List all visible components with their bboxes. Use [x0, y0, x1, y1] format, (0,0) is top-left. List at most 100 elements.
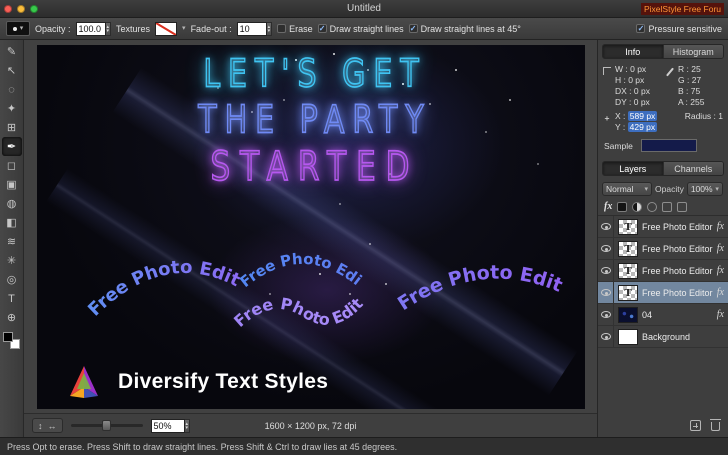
- layer-fx-badge[interactable]: fx: [717, 287, 724, 298]
- stepper-down-icon: ▾: [107, 29, 110, 33]
- eraser-tool[interactable]: ◻: [2, 156, 22, 175]
- chevron-down-icon[interactable]: ▾: [182, 25, 186, 32]
- erase-checkbox[interactable]: Erase: [277, 24, 313, 34]
- lock-button[interactable]: [677, 202, 687, 212]
- texture-swatch[interactable]: [155, 22, 177, 36]
- layers-channels-tabs: Layers Channels: [602, 161, 724, 176]
- green-value: G : 27: [678, 75, 725, 86]
- lasso-tool[interactable]: ◌: [2, 80, 22, 99]
- layer-row[interactable]: 04 fx: [598, 304, 728, 326]
- delete-layer-button[interactable]: [711, 422, 720, 431]
- minimize-window-button[interactable]: [17, 5, 25, 13]
- chevron-down-icon: ▾: [644, 186, 648, 193]
- canvas-column: LET'S GET THE PARTY STARTED: [24, 40, 597, 437]
- adjustment-layer-button[interactable]: [632, 202, 642, 212]
- canvas-bottom-bar: 1600 × 1200 px, 72 dpi ↕ ↔ 50% ▴ ▾: [24, 413, 597, 437]
- wand-tool[interactable]: ✦: [2, 99, 22, 118]
- layer-row-selected[interactable]: T Free Photo Editor fx: [598, 282, 728, 304]
- titlebar: Untitled PixelStyle Free Foru: [0, 0, 728, 18]
- group-button[interactable]: [662, 202, 672, 212]
- opacity-input[interactable]: 100.0: [76, 22, 106, 36]
- warped-text-left: Free Photo Editor: [37, 45, 244, 320]
- dy-value: DY : 0 px: [615, 97, 662, 108]
- smudge-tool[interactable]: ≋: [2, 232, 22, 251]
- traffic-lights: [4, 5, 38, 13]
- visibility-toggle[interactable]: [598, 238, 614, 259]
- visibility-toggle[interactable]: [598, 326, 614, 347]
- visibility-toggle[interactable]: [598, 282, 614, 303]
- effects-tool[interactable]: ✳: [2, 251, 22, 270]
- bucket-tool[interactable]: ◍: [2, 194, 22, 213]
- brush-shape-dropdown[interactable]: ▾: [6, 21, 30, 36]
- zoom-slider-thumb[interactable]: [102, 420, 111, 431]
- visibility-toggle[interactable]: [598, 216, 614, 237]
- canvas[interactable]: LET'S GET THE PARTY STARTED: [37, 45, 585, 409]
- draw-straight-lines-45-checkbox[interactable]: ✓ Draw straight lines at 45°: [409, 24, 521, 34]
- opacity-label: Opacity :: [35, 24, 71, 34]
- fadeout-input[interactable]: 10: [237, 22, 267, 36]
- draw-straight-lines-checkbox[interactable]: ✓ Draw straight lines: [318, 24, 404, 34]
- pressure-sensitive-checkbox[interactable]: ✓ Pressure sensitive: [636, 24, 722, 34]
- layer-row[interactable]: T Free Photo Editor fx: [598, 260, 728, 282]
- promo-badge[interactable]: PixelStyle Free Foru: [641, 3, 724, 15]
- fadeout-stepper[interactable]: ▴ ▾: [267, 22, 273, 36]
- move-tool[interactable]: ↖: [2, 61, 22, 80]
- brush-tool[interactable]: ✒: [2, 137, 22, 156]
- layer-name: Free Photo Editor: [642, 266, 717, 276]
- text-layer-thumbnail: T: [618, 263, 638, 279]
- blend-mode-value: Normal: [606, 184, 633, 194]
- color-sampler-tool[interactable]: ⊕: [2, 308, 22, 327]
- image-layer-thumbnail: [618, 307, 638, 323]
- crop-tool[interactable]: ⊞: [2, 118, 22, 137]
- stamp-tool[interactable]: ▣: [2, 175, 22, 194]
- layer-panel-actions: [598, 415, 728, 437]
- layer-row[interactable]: T Free Photo Editor fx: [598, 216, 728, 238]
- info-histogram-tabs: Info Histogram: [602, 44, 724, 59]
- zoom-tool[interactable]: ◎: [2, 270, 22, 289]
- zoom-window-button[interactable]: [30, 5, 38, 13]
- layer-row[interactable]: T Free Photo Editor fx: [598, 238, 728, 260]
- fill-layer-button[interactable]: [617, 202, 627, 212]
- tab-info[interactable]: Info: [603, 45, 664, 58]
- y-label: Y :: [615, 122, 625, 132]
- layer-fx-badge[interactable]: fx: [717, 265, 724, 276]
- svg-text:Free Photo Editor: Free Photo Editor: [37, 45, 244, 320]
- text-tool[interactable]: T: [2, 289, 22, 308]
- lasso-icon: ◌: [8, 84, 15, 96]
- stepper-down-icon: ▾: [268, 29, 271, 33]
- tab-histogram[interactable]: Histogram: [664, 45, 724, 58]
- visibility-toggle[interactable]: [598, 304, 614, 325]
- foreground-color-swatch[interactable]: [3, 332, 13, 342]
- blend-options: Normal ▾ Opacity 100% ▾: [598, 179, 728, 198]
- tab-layers[interactable]: Layers: [603, 162, 664, 175]
- sample-label: Sample: [604, 141, 633, 151]
- pencil-tool[interactable]: ✎: [2, 42, 22, 61]
- zoom-slider[interactable]: [71, 424, 143, 427]
- layer-fx-badge[interactable]: fx: [717, 221, 724, 232]
- zoom-stepper[interactable]: ▴ ▾: [185, 419, 191, 433]
- tab-channels[interactable]: Channels: [664, 162, 724, 175]
- zoom-level-input[interactable]: 50%: [151, 419, 185, 433]
- new-layer-button[interactable]: [690, 420, 701, 431]
- warped-text-layer: Free Photo Editor Free Photo Editor Free…: [37, 45, 585, 409]
- blend-mode-dropdown[interactable]: Normal ▾: [602, 182, 652, 196]
- layer-fx-badge[interactable]: fx: [717, 309, 724, 320]
- visibility-toggle[interactable]: [598, 260, 614, 281]
- layer-row[interactable]: Background: [598, 326, 728, 348]
- gradient-tool[interactable]: ◧: [2, 213, 22, 232]
- main-area: ✎ ↖ ◌ ✦ ⊞ ✒ ◻ ▣ ◍ ◧ ≋ ✳ ◎ T ⊕: [0, 40, 728, 437]
- svg-text:Free Photo Editor: Free Photo Editor: [37, 45, 367, 331]
- close-window-button[interactable]: [4, 5, 12, 13]
- mask-button[interactable]: [647, 202, 657, 212]
- layer-opacity-dropdown[interactable]: 100% ▾: [687, 182, 723, 196]
- position-icon: +: [601, 111, 613, 133]
- chevron-down-icon: ▾: [20, 25, 24, 32]
- view-options-widget[interactable]: ↕ ↔: [32, 418, 63, 433]
- eye-icon: [601, 311, 611, 318]
- fx-button[interactable]: fx: [604, 201, 612, 212]
- opacity-stepper[interactable]: ▴ ▾: [106, 22, 112, 36]
- eye-icon: [601, 289, 611, 296]
- warped-text-right: Free Photo Editor: [37, 45, 566, 315]
- layer-fx-badge[interactable]: fx: [717, 243, 724, 254]
- color-swatches[interactable]: [3, 332, 20, 349]
